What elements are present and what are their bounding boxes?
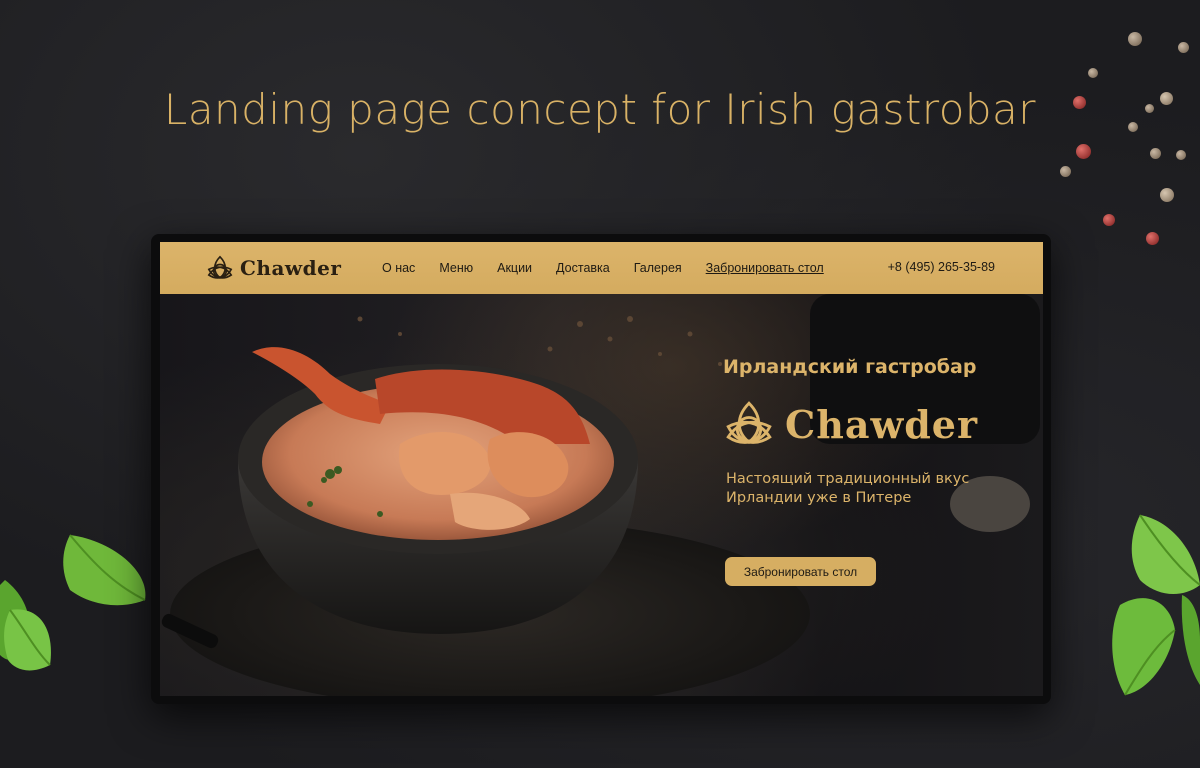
- nav-link-delivery[interactable]: Доставка: [556, 261, 610, 275]
- hero-logo: Chawder: [723, 398, 978, 450]
- hero-subtitle-line2: Ирландии уже в Питере: [726, 490, 912, 506]
- nav-link-menu[interactable]: Меню: [439, 261, 473, 275]
- hero-brand-name: Chawder: [785, 401, 978, 447]
- basil-leaf-left: [0, 534, 146, 671]
- nav-menu: О нас Меню Акции Доставка Галерея Заброн…: [382, 242, 848, 294]
- hero-section: Ирландский гастробар Chawder Настоящий т…: [160, 294, 1043, 696]
- landing-page: Chawder О нас Меню Акции Доставка Галере…: [160, 242, 1043, 696]
- phone-number[interactable]: +8 (495) 265-35-89: [888, 260, 995, 274]
- navbar: Chawder О нас Меню Акции Доставка Галере…: [160, 242, 1043, 294]
- basil-leaf-right: [1112, 514, 1200, 696]
- brand-name: Chawder: [240, 256, 342, 280]
- hero-subtitle-line1: Настоящий традиционный вкус: [726, 471, 970, 487]
- nav-link-promotions[interactable]: Акции: [497, 261, 532, 275]
- nav-logo[interactable]: Chawder: [206, 254, 341, 282]
- hero-title: Ирландский гастробар: [723, 356, 977, 378]
- nav-link-book-table[interactable]: Забронировать стол: [706, 261, 824, 275]
- nav-link-gallery[interactable]: Галерея: [634, 261, 682, 275]
- triquetra-logo-icon: [726, 401, 772, 445]
- nav-link-about[interactable]: О нас: [382, 261, 415, 275]
- book-table-button[interactable]: Забронировать стол: [725, 557, 876, 586]
- presentation-headline: Landing page concept for Irish gastrobar: [163, 85, 1037, 134]
- triquetra-logo-icon: [207, 255, 233, 279]
- hero-subtitle: Настоящий традиционный вкус Ирландии уже…: [726, 470, 1026, 508]
